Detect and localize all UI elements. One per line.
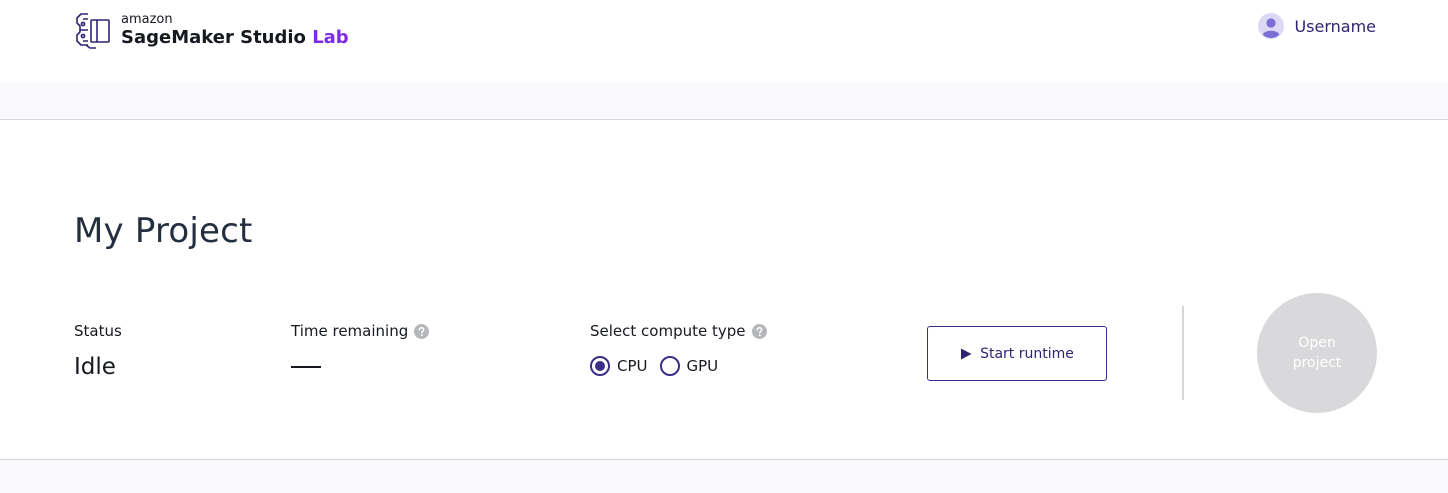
time-remaining-label: Time remaining [291,322,409,340]
bottom-band [0,459,1448,493]
page-title: My Project [74,211,253,251]
top-band [0,82,1448,120]
brand-product-accent: Lab [312,27,349,48]
help-icon[interactable] [414,323,430,339]
compute-option-cpu-label: CPU [617,357,648,375]
top-bar: amazon SageMaker Studio Lab Username [0,0,1448,82]
user-avatar-icon [1258,13,1285,39]
open-project-label-line2: project [1292,355,1342,371]
sagemaker-logo-icon [76,13,110,49]
help-icon[interactable] [751,323,767,339]
status-value: Idle [74,354,116,380]
time-remaining-label-row: Time remaining [291,322,430,340]
radio-selected-icon[interactable] [590,356,610,376]
compute-option-gpu[interactable]: GPU [659,356,719,376]
username-label: Username [1294,16,1376,36]
user-menu[interactable]: Username [1258,13,1376,39]
compute-type-label-row: Select compute type [590,322,767,340]
status-label: Status [74,322,122,340]
compute-type-field: Select compute type CPU GPU [590,322,767,376]
status-field: Status Idle [74,322,122,380]
brand-company: amazon [121,12,173,27]
start-runtime-label: Start runtime [980,345,1074,362]
compute-type-label: Select compute type [590,322,746,340]
open-project-button[interactable]: Open project [1257,293,1377,413]
time-remaining-value [291,366,321,368]
start-runtime-button[interactable]: Start runtime [927,326,1107,381]
brand-product-main: SageMaker Studio [121,27,306,48]
compute-option-gpu-label: GPU [686,357,719,375]
brand-logo-link[interactable]: amazon SageMaker Studio Lab [74,10,349,50]
radio-unselected-icon[interactable] [659,356,680,376]
compute-option-cpu[interactable]: CPU [590,356,648,376]
play-icon [961,348,972,359]
brand-product-name: SageMaker Studio Lab [121,29,349,47]
open-project-label-line1: Open [1298,335,1336,351]
time-remaining-field: Time remaining [291,322,430,368]
compute-type-radio-group: CPU GPU [590,356,767,376]
vertical-divider [1182,306,1184,400]
